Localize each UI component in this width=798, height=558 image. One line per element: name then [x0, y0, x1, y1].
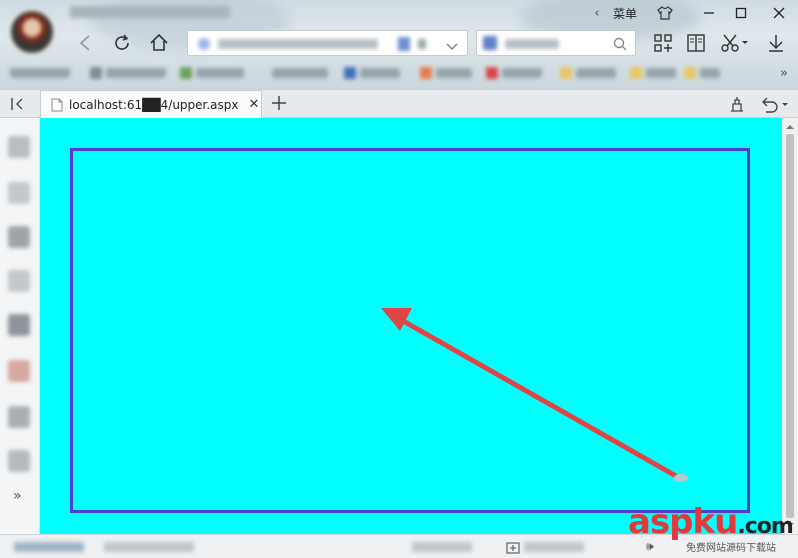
chevron-left-icon: [79, 35, 90, 51]
search-engine-icon: [483, 36, 497, 50]
double-chevron-icon[interactable]: »: [13, 488, 22, 504]
page-icon: [51, 98, 63, 111]
close-window-button[interactable]: [766, 2, 792, 24]
sidebar-item[interactable]: [8, 406, 30, 428]
tab-active[interactable]: localhost:61██4/upper.aspx ✕: [40, 90, 262, 118]
minimize-button[interactable]: [696, 2, 722, 24]
address-extra: [418, 39, 426, 49]
search-box[interactable]: [476, 30, 636, 56]
new-tab-button[interactable]: [270, 94, 288, 116]
search-placeholder: [505, 39, 559, 49]
undo-button[interactable]: [760, 95, 790, 117]
scissors-icon: [721, 34, 748, 52]
bookmark-icon: [486, 67, 498, 79]
tab-strip: localhost:61██4/upper.aspx ✕: [0, 90, 798, 118]
bookmark[interactable]: [272, 68, 328, 78]
home-button[interactable]: [146, 30, 172, 56]
status-item[interactable]: [524, 542, 584, 552]
status-item[interactable]: [14, 542, 84, 552]
plus-icon: [272, 96, 286, 110]
bookmark[interactable]: [646, 68, 676, 78]
bookmark[interactable]: [106, 68, 166, 78]
sidebar-item[interactable]: [8, 182, 30, 204]
sidebar-item[interactable]: [8, 136, 30, 158]
maximize-button[interactable]: [728, 2, 754, 24]
scroll-thumb[interactable]: [786, 134, 794, 518]
cursor-mark: [674, 474, 688, 482]
bookmark[interactable]: [436, 68, 472, 78]
bookmark-icon: [344, 67, 356, 79]
annotation-layer: [381, 308, 688, 482]
search-icon[interactable]: [613, 36, 627, 55]
user-avatar[interactable]: [9, 9, 55, 55]
sidebar-item[interactable]: [8, 270, 30, 292]
watermark-logo: aspku.com: [628, 502, 794, 542]
sidebar-toggle-icon[interactable]: [10, 96, 26, 116]
home-icon: [150, 33, 168, 51]
screenshot-button[interactable]: [718, 30, 752, 56]
bookmarks-bar: [0, 64, 798, 84]
download-icon: [769, 35, 783, 52]
annotation-arrow: [395, 315, 679, 479]
sidebar-item[interactable]: [8, 450, 30, 472]
chevron-down-icon[interactable]: [446, 37, 458, 56]
back-button[interactable]: [72, 30, 98, 56]
bookmark[interactable]: [502, 68, 542, 78]
watermark-subtitle: 免费网站源码下载站: [686, 543, 776, 554]
close-icon[interactable]: ✕: [249, 97, 260, 112]
bookmark[interactable]: [700, 68, 720, 78]
skin-icon[interactable]: [652, 2, 678, 24]
bookmark-icon: [630, 67, 642, 79]
book-icon: [687, 34, 705, 52]
window-title: [70, 6, 230, 18]
watermark-tld: .com: [737, 514, 793, 539]
scroll-up-icon[interactable]: [782, 120, 798, 134]
security-icon: [398, 37, 410, 51]
status-item[interactable]: [104, 542, 194, 552]
sidebar-item[interactable]: [8, 226, 30, 248]
bookmark[interactable]: [576, 68, 616, 78]
tab-tools-icon[interactable]: [728, 95, 746, 117]
refresh-icon: [115, 34, 129, 50]
address-bar[interactable]: [187, 30, 468, 56]
page-content: [40, 118, 782, 534]
bookmark-icon: [420, 67, 432, 79]
browser-toolbar: ‹ 菜单 »: [0, 0, 798, 90]
bookmark[interactable]: [196, 68, 244, 78]
watermark-brand: aspku: [628, 502, 738, 542]
tab-title: localhost:61██4/upper.aspx: [69, 97, 239, 112]
bookmark-icon: [560, 67, 572, 79]
bookmark-icon: [180, 67, 192, 79]
sidebar-item[interactable]: [8, 360, 30, 382]
bookmarks-more-icon[interactable]: »: [780, 66, 788, 81]
undo-icon: [762, 97, 788, 113]
vertical-scrollbar[interactable]: [782, 118, 798, 534]
menu-button[interactable]: 菜单: [610, 2, 640, 24]
sidebar: »: [0, 118, 40, 536]
bookmark[interactable]: [10, 68, 70, 78]
address-text: [218, 39, 378, 49]
apps-grid-icon: [654, 34, 672, 52]
bookmark[interactable]: [360, 68, 400, 78]
arrow-head: [381, 308, 412, 331]
reader-button[interactable]: [683, 30, 709, 56]
apps-button[interactable]: [650, 30, 676, 56]
menu-chevron-icon[interactable]: ‹: [590, 2, 604, 24]
sidebar-item[interactable]: [8, 314, 30, 336]
download-button[interactable]: [763, 30, 789, 56]
status-item[interactable]: [412, 542, 472, 552]
bookmark-icon: [684, 67, 696, 79]
refresh-button[interactable]: [109, 30, 135, 56]
health-icon[interactable]: [506, 539, 520, 558]
site-icon: [198, 38, 210, 50]
bookmark-icon: [90, 67, 102, 79]
